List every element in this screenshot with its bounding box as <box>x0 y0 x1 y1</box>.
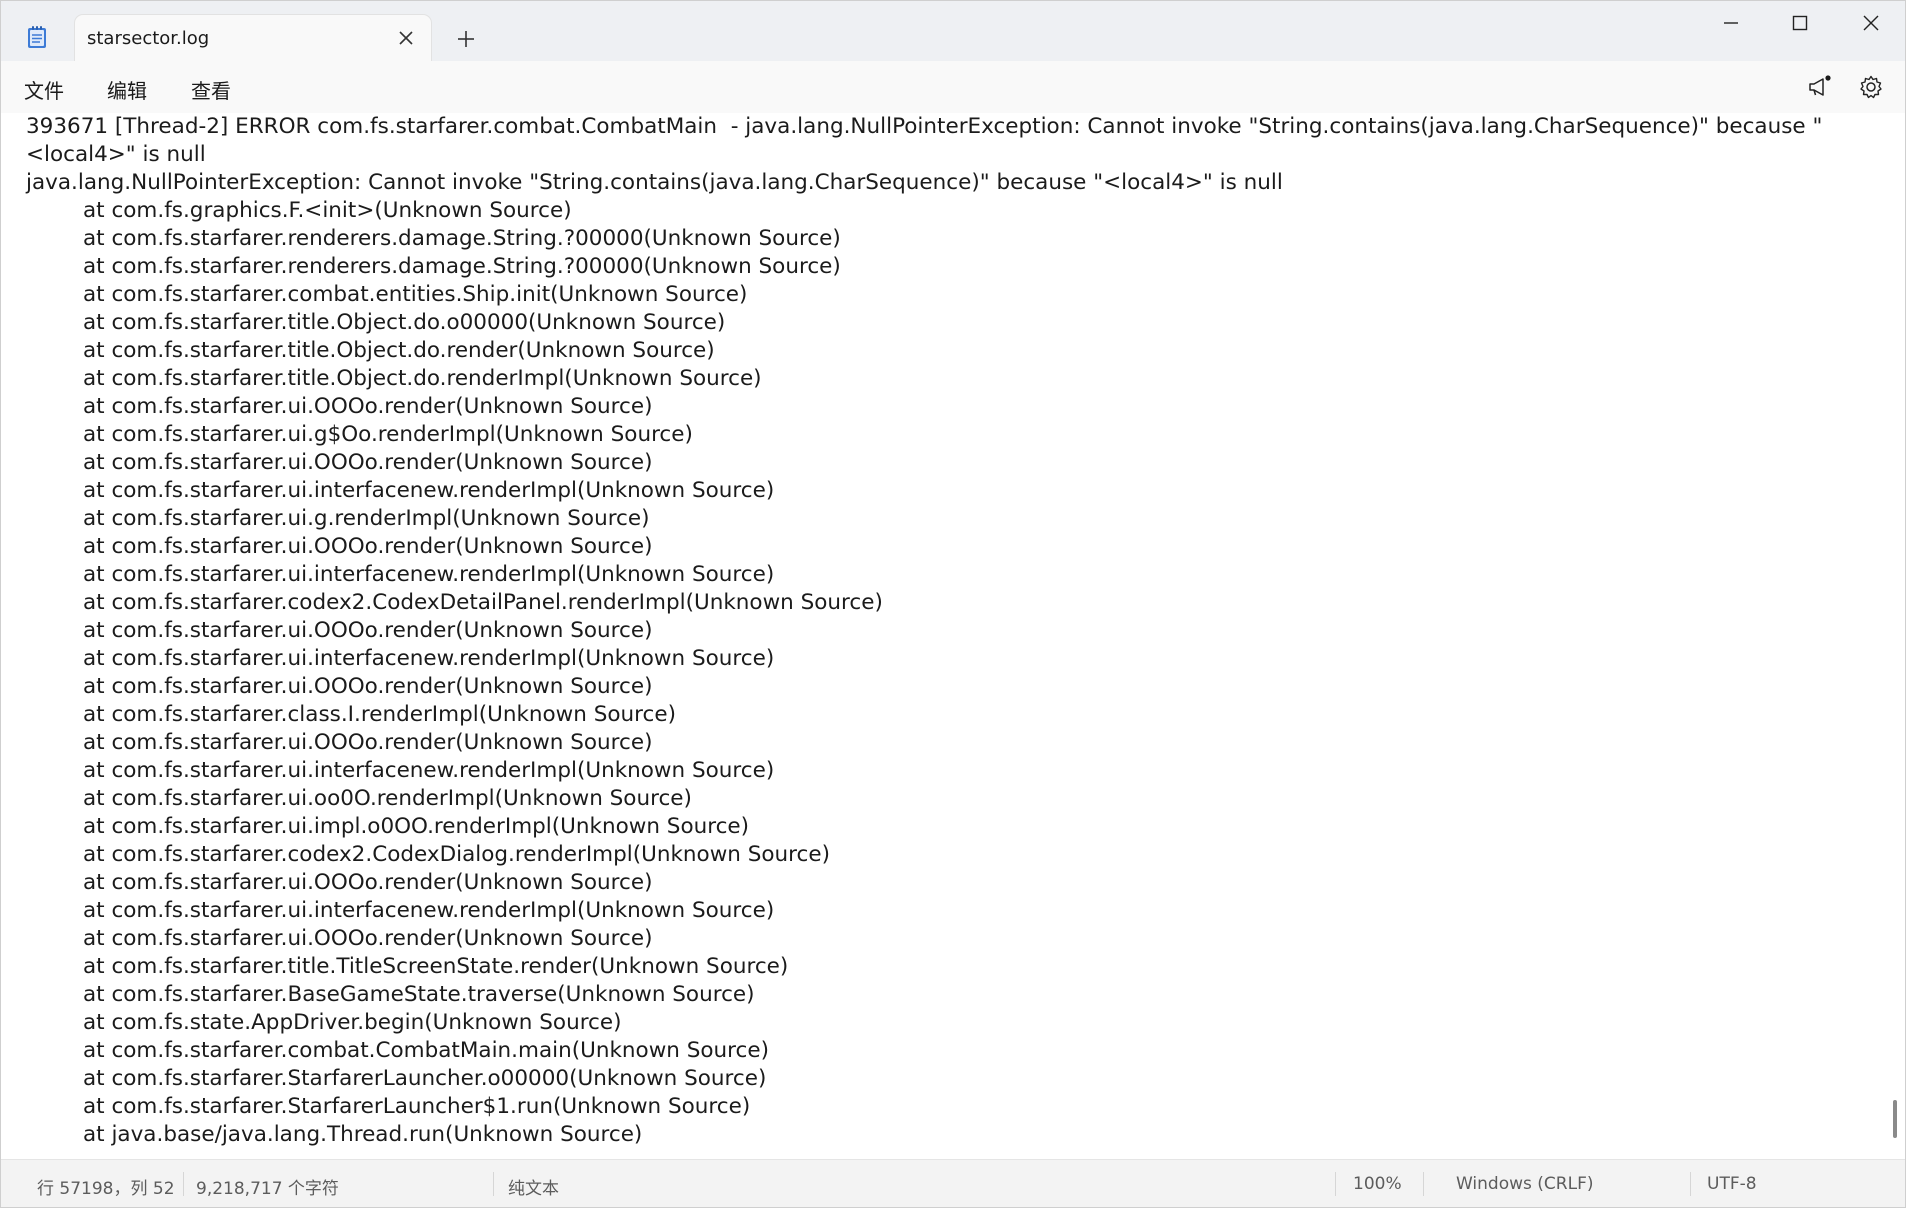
text-line: at com.fs.starfarer.ui.impl.o0OO.renderI… <box>83 814 750 839</box>
text-line: at com.fs.starfarer.ui.OOOo.render(Unkno… <box>83 926 653 951</box>
text-line: at com.fs.starfarer.ui.g.renderImpl(Unkn… <box>83 506 650 531</box>
zoom-level[interactable]: 100% <box>1353 1174 1402 1194</box>
text-line: at com.fs.starfarer.ui.interfacenew.rend… <box>83 478 775 503</box>
text-line: at com.fs.starfarer.class.I.renderImpl(U… <box>83 702 676 727</box>
text-line: at com.fs.starfarer.title.Object.do.rend… <box>83 338 715 363</box>
text-line: at java.base/java.lang.Thread.run(Unknow… <box>83 1122 643 1147</box>
text-line: at com.fs.starfarer.StarfarerLauncher.o0… <box>83 1066 767 1091</box>
text-line: at com.fs.starfarer.ui.interfacenew.rend… <box>83 758 775 783</box>
text-editor[interactable]: 393671 [Thread-2] ERROR com.fs.starfarer… <box>1 113 1905 1159</box>
tab-title: starsector.log <box>87 28 210 49</box>
status-divider <box>1423 1172 1424 1196</box>
gear-icon[interactable] <box>1857 73 1885 101</box>
maximize-icon[interactable] <box>1788 11 1812 35</box>
menu-file[interactable]: 文件 <box>24 75 64 104</box>
text-line: at com.fs.starfarer.ui.OOOo.render(Unkno… <box>83 730 653 755</box>
text-line: at com.fs.starfarer.ui.OOOo.render(Unkno… <box>83 450 653 475</box>
text-line: at com.fs.starfarer.ui.OOOo.render(Unkno… <box>83 534 653 559</box>
text-line: at com.fs.starfarer.StarfarerLauncher$1.… <box>83 1094 751 1119</box>
text-line: java.lang.NullPointerException: Cannot i… <box>26 170 1283 195</box>
encoding[interactable]: UTF-8 <box>1707 1174 1757 1194</box>
text-line: at com.fs.starfarer.combat.entities.Ship… <box>83 282 748 307</box>
line-ending[interactable]: Windows (CRLF) <box>1456 1174 1594 1194</box>
close-icon[interactable] <box>1859 11 1883 35</box>
status-divider <box>493 1172 494 1196</box>
text-line: at com.fs.starfarer.renderers.damage.Str… <box>83 226 841 251</box>
status-divider <box>1690 1172 1691 1196</box>
cursor-position[interactable]: 行 57198，列 52 <box>37 1174 175 1199</box>
character-count: 9,218,717 个字符 <box>196 1179 339 1199</box>
menu-view[interactable]: 查看 <box>191 75 231 104</box>
text-line: at com.fs.starfarer.codex2.CodexDetailPa… <box>83 590 883 615</box>
menu-bar: 文件 编辑 查看 <box>1 61 1905 113</box>
notepad-window: starsector.log 文件 编辑 查看 393671 [Thread-2… <box>0 0 1906 1208</box>
text-line: at com.fs.starfarer.ui.OOOo.render(Unkno… <box>83 674 653 699</box>
status-bar: 行 57198，列 52 9,218,717 个字符 纯文本 100% Wind… <box>1 1159 1905 1207</box>
vertical-scrollbar-thumb[interactable] <box>1893 1100 1897 1138</box>
text-line: at com.fs.starfarer.ui.OOOo.render(Unkno… <box>83 618 653 643</box>
text-line: at com.fs.starfarer.combat.CombatMain.ma… <box>83 1038 769 1063</box>
text-line: at com.fs.starfarer.BaseGameState.traver… <box>83 982 755 1007</box>
text-line: at com.fs.starfarer.renderers.damage.Str… <box>83 254 841 279</box>
text-line: at com.fs.starfarer.ui.g$Oo.renderImpl(U… <box>83 422 693 447</box>
file-format[interactable]: 纯文本 <box>508 1174 559 1199</box>
text-line: at com.fs.starfarer.ui.interfacenew.rend… <box>83 646 775 671</box>
text-line: at com.fs.starfarer.title.TitleScreenSta… <box>83 954 789 979</box>
text-line: at com.fs.starfarer.codex2.CodexDialog.r… <box>83 842 830 867</box>
megaphone-icon[interactable] <box>1805 73 1833 101</box>
minimize-icon[interactable] <box>1719 11 1743 35</box>
text-line: at com.fs.starfarer.title.Object.do.rend… <box>83 366 762 391</box>
tab-starsector-log[interactable]: starsector.log <box>75 15 431 61</box>
status-divider <box>183 1172 184 1196</box>
title-bar: starsector.log <box>1 1 1905 61</box>
plus-icon[interactable] <box>455 28 477 50</box>
text-line: at com.fs.graphics.F.<init>(Unknown Sour… <box>83 198 572 223</box>
text-line: at com.fs.starfarer.ui.interfacenew.rend… <box>83 898 775 923</box>
status-divider <box>1335 1172 1336 1196</box>
text-line: at com.fs.starfarer.ui.OOOo.render(Unkno… <box>83 394 653 419</box>
text-line: at com.fs.starfarer.title.Object.do.o000… <box>83 310 726 335</box>
close-icon[interactable] <box>395 27 417 49</box>
text-line: at com.fs.starfarer.ui.oo0O.renderImpl(U… <box>83 786 692 811</box>
text-line: at com.fs.starfarer.ui.OOOo.render(Unkno… <box>83 870 653 895</box>
text-line: at com.fs.state.AppDriver.begin(Unknown … <box>83 1010 622 1035</box>
editor-text[interactable]: 393671 [Thread-2] ERROR com.fs.starfarer… <box>26 113 1876 1149</box>
notepad-icon <box>28 26 46 48</box>
menu-edit[interactable]: 编辑 <box>107 75 147 104</box>
text-line: 393671 [Thread-2] ERROR com.fs.starfarer… <box>26 114 1823 167</box>
text-line: at com.fs.starfarer.ui.interfacenew.rend… <box>83 562 775 587</box>
